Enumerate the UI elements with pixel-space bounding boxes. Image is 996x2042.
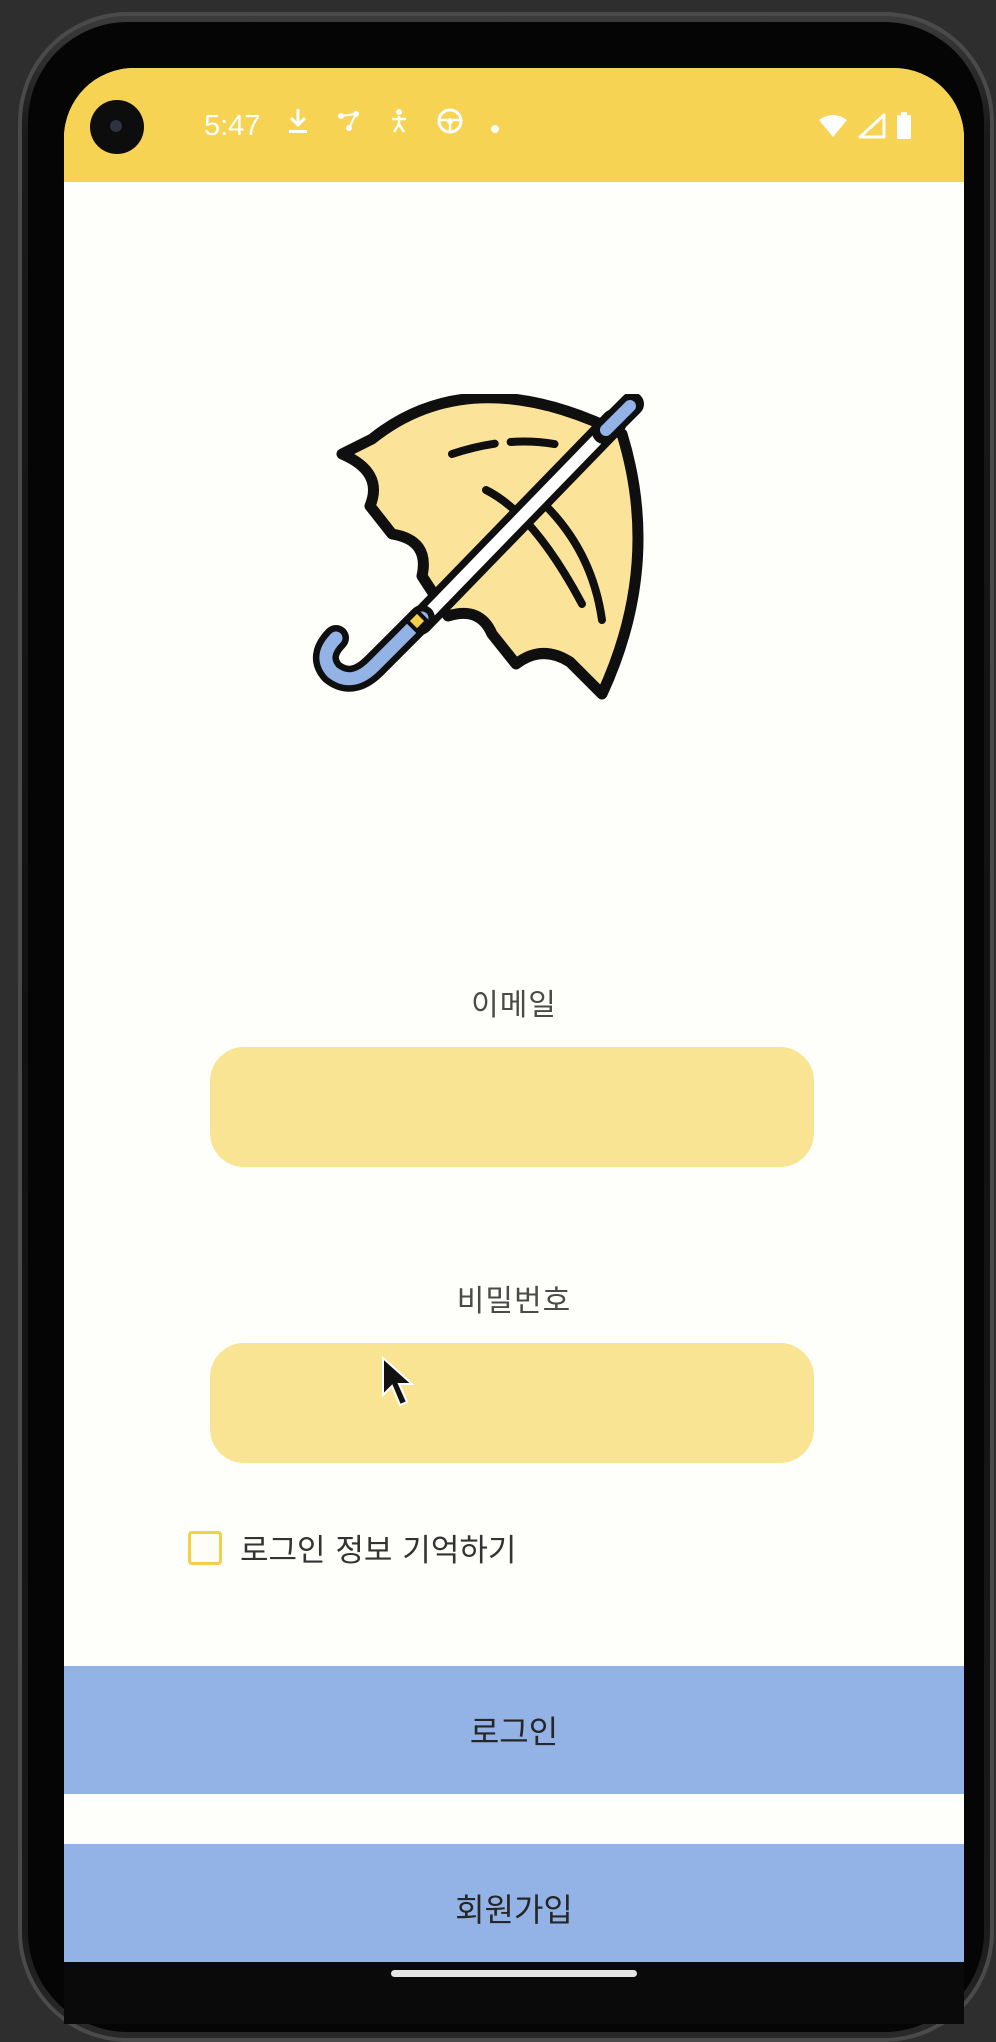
password-field[interactable] [210, 1343, 814, 1463]
umbrella-icon [313, 394, 644, 700]
password-label: 비밀번호 [456, 1284, 572, 1319]
email-field[interactable] [210, 1047, 814, 1167]
accessibility-icon [388, 107, 410, 144]
notification-icons [286, 106, 500, 145]
battery-icon [896, 112, 912, 140]
front-camera [90, 100, 144, 154]
navigation-bar [64, 1962, 964, 2024]
network-icon [336, 108, 362, 143]
home-indicator[interactable] [391, 1970, 637, 1977]
email-label: 이메일 [471, 988, 557, 1023]
app-screen: 5:47 이메일 비밀번호 로그인 정보 기억하기 로그인 회원가입 [64, 68, 964, 1962]
dot-icon [490, 109, 500, 143]
login-button[interactable]: 로그인 [64, 1666, 964, 1794]
remember-me-checkbox[interactable] [188, 1530, 222, 1565]
mouse-cursor-icon [382, 1355, 415, 1407]
download-icon [286, 106, 310, 145]
signal-icon [858, 113, 886, 139]
wifi-icon [818, 114, 848, 138]
remember-me-row[interactable]: 로그인 정보 기억하기 [188, 1525, 516, 1570]
system-status-icons [818, 112, 912, 140]
status-bar: 5:47 [64, 68, 964, 182]
remember-me-label: 로그인 정보 기억하기 [240, 1533, 517, 1569]
status-time: 5:47 [204, 110, 261, 142]
steering-icon [436, 107, 464, 144]
signup-button[interactable]: 회원가입 [64, 1844, 964, 1962]
